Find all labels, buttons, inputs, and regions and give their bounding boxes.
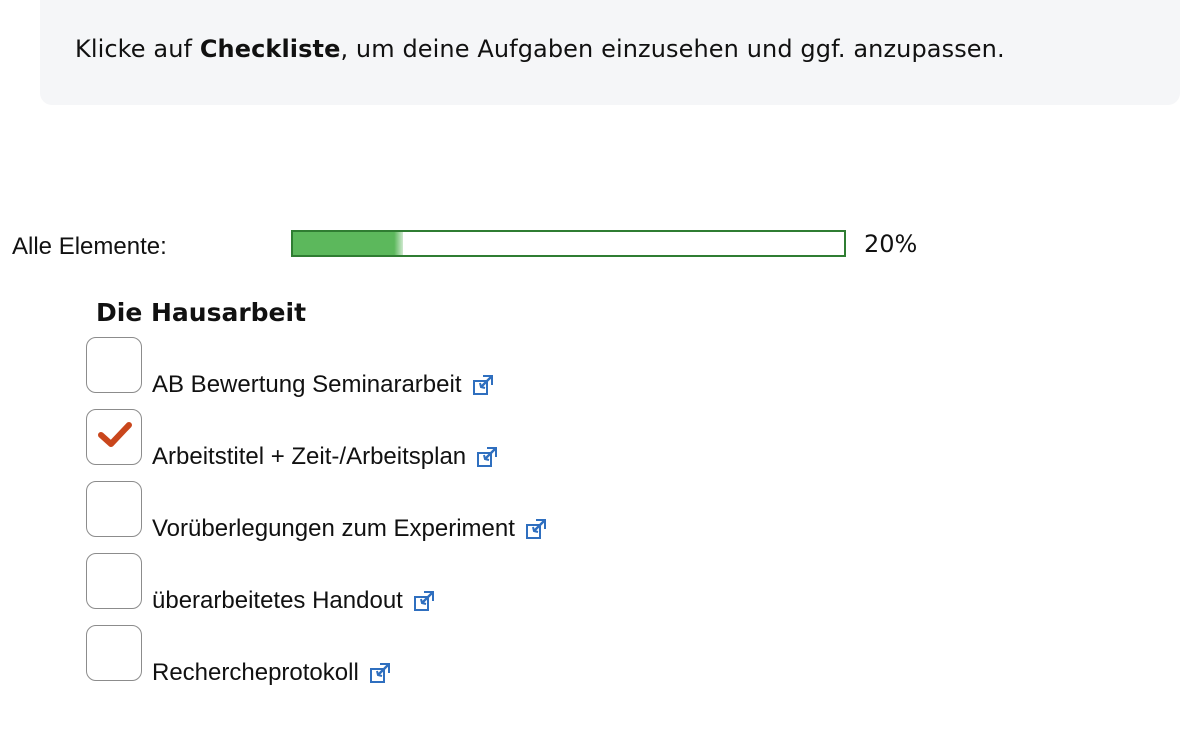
checklist-item: Rechercheprotokoll: [86, 625, 786, 691]
external-link-icon[interactable]: [413, 588, 437, 612]
checkbox[interactable]: [86, 409, 142, 465]
checklist-item-label: überarbeitetes Handout: [152, 586, 437, 616]
external-link-icon[interactable]: [525, 516, 549, 540]
checkbox[interactable]: [86, 481, 142, 537]
checklist-item-text: AB Bewertung Seminararbeit: [152, 371, 462, 398]
checklist-item-text: Rechercheprotokoll: [152, 659, 359, 686]
checklist-item-label: Vorüberlegungen zum Experiment: [152, 514, 549, 544]
checklist-item-text: überarbeitetes Handout: [152, 587, 403, 614]
checkmark-icon: [98, 422, 132, 447]
checklist-item: überarbeitetes Handout: [86, 553, 786, 619]
checklist-item-label: Arbeitstitel + Zeit-/Arbeitsplan: [152, 442, 500, 472]
checklist-item-text: Arbeitstitel + Zeit-/Arbeitsplan: [152, 443, 467, 470]
external-link-icon[interactable]: [369, 660, 393, 684]
checkbox[interactable]: [86, 337, 142, 393]
external-link-icon[interactable]: [472, 372, 496, 396]
external-link-icon[interactable]: [476, 444, 500, 468]
checklist-item-label: Rechercheprotokoll: [152, 658, 393, 688]
checklist-item: AB Bewertung Seminararbeit: [86, 337, 786, 403]
checklist-item: Arbeitstitel + Zeit-/Arbeitsplan: [86, 409, 786, 475]
checklist-item: Vorüberlegungen zum Experiment: [86, 481, 786, 547]
checklist-item-text: Vorüberlegungen zum Experiment: [152, 515, 515, 542]
checklist-item-label: AB Bewertung Seminararbeit: [152, 370, 496, 400]
checklist: AB Bewertung Seminararbeit Arbeitstitel …: [0, 0, 1200, 736]
checkbox[interactable]: [86, 553, 142, 609]
page: Klicke auf Checkliste, um deine Aufgaben…: [0, 0, 1200, 736]
checkbox[interactable]: [86, 625, 142, 681]
